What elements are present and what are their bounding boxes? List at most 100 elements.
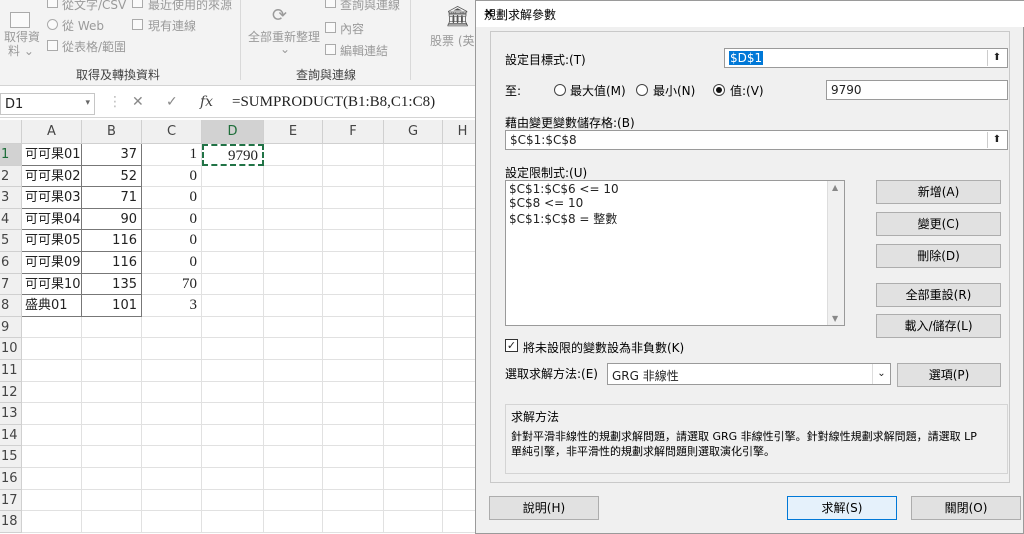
row-header[interactable]: 15 xyxy=(0,446,22,468)
cell[interactable] xyxy=(323,187,384,209)
column-header[interactable]: B xyxy=(82,120,142,144)
select-all-corner[interactable] xyxy=(0,120,22,144)
cell[interactable]: 可可果02 xyxy=(22,165,82,188)
cell[interactable] xyxy=(323,338,384,360)
cell[interactable] xyxy=(384,187,443,209)
cell[interactable] xyxy=(202,273,264,296)
cell[interactable] xyxy=(264,295,323,317)
cell[interactable] xyxy=(202,187,264,209)
cell[interactable] xyxy=(202,208,264,231)
column-header[interactable]: D xyxy=(202,120,264,144)
cell[interactable]: 37 xyxy=(82,144,142,166)
row-header[interactable]: 9 xyxy=(0,316,22,339)
cell[interactable] xyxy=(82,446,142,468)
cell[interactable] xyxy=(323,381,384,404)
options-button[interactable]: 選項(P) xyxy=(897,363,1001,387)
cell[interactable] xyxy=(384,424,443,447)
value-of-input[interactable]: 9790 xyxy=(826,80,1008,100)
chevron-down-icon[interactable]: ⌄ xyxy=(872,364,890,384)
cell[interactable] xyxy=(384,252,443,274)
cell[interactable] xyxy=(264,338,323,360)
cell[interactable] xyxy=(142,360,202,382)
row-header[interactable]: 7 xyxy=(0,273,22,296)
scroll-down-icon[interactable]: ▼ xyxy=(832,314,838,323)
cell[interactable] xyxy=(264,468,323,490)
nonnegative-checkbox[interactable]: ✓ xyxy=(505,339,518,352)
from-table-button[interactable]: 從表格/範圍 xyxy=(62,38,126,55)
radio-value[interactable] xyxy=(713,84,725,96)
cell[interactable] xyxy=(202,252,264,274)
cell[interactable] xyxy=(82,381,142,404)
cell[interactable] xyxy=(264,360,323,382)
cell[interactable] xyxy=(142,403,202,425)
cell[interactable] xyxy=(142,446,202,468)
radio-value-label[interactable]: 值:(V) xyxy=(730,82,764,99)
row-header[interactable]: 5 xyxy=(0,230,22,252)
cell[interactable]: 可可果04 xyxy=(22,208,82,231)
cell[interactable] xyxy=(202,165,264,188)
cell[interactable] xyxy=(323,468,384,490)
name-box[interactable]: D1 ▾ xyxy=(0,93,95,115)
cell[interactable] xyxy=(22,424,82,447)
existing-connections-button[interactable]: 現有連線 xyxy=(148,17,196,34)
cell[interactable] xyxy=(22,468,82,490)
cell[interactable] xyxy=(202,230,264,252)
help-button[interactable]: 說明(H) xyxy=(489,496,599,520)
radio-max[interactable] xyxy=(554,84,566,96)
cell[interactable] xyxy=(384,489,443,512)
add-button[interactable]: 新增(A) xyxy=(876,180,1001,204)
constraint-item[interactable]: $C$1:$C$6 <= 10 xyxy=(509,182,619,196)
cell[interactable] xyxy=(323,295,384,317)
cell[interactable] xyxy=(142,338,202,360)
row-header[interactable]: 1 xyxy=(0,144,22,166)
cell[interactable] xyxy=(264,273,323,296)
cell[interactable] xyxy=(384,381,443,404)
cell[interactable] xyxy=(323,316,384,339)
column-header[interactable]: F xyxy=(323,120,384,144)
edit-links-button[interactable]: 編輯連結 xyxy=(340,42,388,59)
row-header[interactable]: 8 xyxy=(0,295,22,317)
constraints-scrollbar[interactable]: ▲ ▼ xyxy=(827,181,844,325)
cell[interactable] xyxy=(323,446,384,468)
cell[interactable] xyxy=(22,489,82,512)
cell[interactable] xyxy=(142,489,202,512)
cell[interactable] xyxy=(384,273,443,296)
cell[interactable] xyxy=(202,295,264,317)
from-text-csv-button[interactable]: 從文字/CSV xyxy=(62,0,126,13)
cell[interactable] xyxy=(264,252,323,274)
cell[interactable]: 1 xyxy=(142,144,202,166)
radio-max-label[interactable]: 最大值(M) xyxy=(570,82,626,99)
row-header[interactable]: 13 xyxy=(0,403,22,425)
cell[interactable] xyxy=(264,511,323,533)
nonnegative-label[interactable]: 將未設限的變數設為非負數(K) xyxy=(523,339,684,356)
recent-sources-button[interactable]: 最近使用的來源 xyxy=(148,0,232,13)
stocks-button[interactable]: 股票 (英 xyxy=(430,32,475,49)
cell[interactable] xyxy=(384,316,443,339)
row-header[interactable]: 17 xyxy=(0,489,22,512)
cell[interactable] xyxy=(384,338,443,360)
column-header[interactable]: G xyxy=(384,120,443,144)
formula-input[interactable]: =SUMPRODUCT(B1:B8,C1:C8) xyxy=(232,94,435,111)
cell[interactable] xyxy=(384,230,443,252)
cell[interactable] xyxy=(82,511,142,533)
cell[interactable] xyxy=(82,338,142,360)
cell[interactable] xyxy=(202,316,264,339)
cell[interactable] xyxy=(82,424,142,447)
cell[interactable] xyxy=(384,403,443,425)
cell[interactable] xyxy=(22,511,82,533)
chevron-down-icon[interactable]: ▾ xyxy=(85,98,90,108)
cell[interactable]: 0 xyxy=(142,165,202,188)
cell[interactable] xyxy=(202,446,264,468)
cell[interactable]: 101 xyxy=(82,295,142,317)
scroll-up-icon[interactable]: ▲ xyxy=(832,183,838,192)
collapse-dialog-icon[interactable]: ⬆ xyxy=(987,132,1006,148)
row-header[interactable]: 4 xyxy=(0,208,22,231)
cell[interactable] xyxy=(384,295,443,317)
objective-input[interactable]: $D$1 ⬆ xyxy=(724,48,1008,68)
cell[interactable]: 可可果03 xyxy=(22,187,82,209)
get-data-button-line2[interactable]: 料 ⌄ xyxy=(8,42,34,59)
cell[interactable]: 116 xyxy=(82,230,142,252)
close-button[interactable]: 關閉(O) xyxy=(911,496,1021,520)
cell[interactable]: 116 xyxy=(82,252,142,274)
cell[interactable]: 135 xyxy=(82,273,142,296)
